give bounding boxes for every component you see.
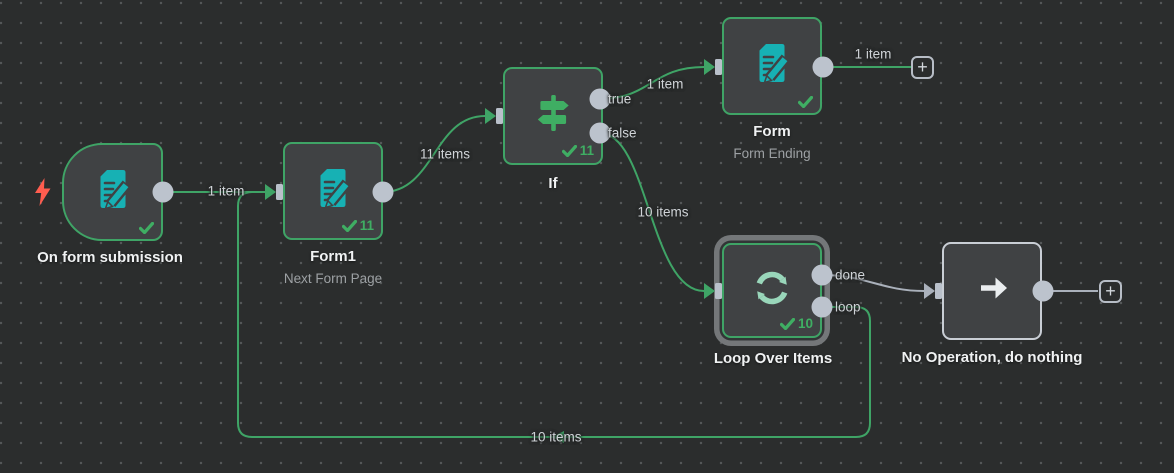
node-title-on-form-submission: On form submission [37,249,183,266]
items-count: 11 [579,143,594,158]
input-port-noop [924,283,942,299]
edge-label-form1-if: 11 items [419,146,471,162]
edge-label-if-form: 1 item [646,76,684,92]
loop-refresh-icon [724,245,820,336]
add-node-button-after-noop[interactable]: + [1099,280,1122,303]
node-on-form-submission[interactable] [62,143,163,241]
success-check-badge: 10 [779,316,813,331]
node-title-loop-over-items: Loop Over Items [713,350,833,367]
success-check-badge [798,96,813,108]
node-title-form1: Form1 [310,248,356,265]
output-port-form1[interactable] [372,181,394,203]
node-if[interactable]: 11 [503,67,603,165]
signpost-icon [505,69,601,163]
success-check-badge: 11 [341,218,374,233]
input-port-form [704,59,722,75]
node-title-no-operation: No Operation, do nothing [901,349,1083,366]
node-title-if: If [548,175,558,192]
node-no-operation[interactable] [942,242,1042,340]
output-port-loop-done[interactable] [811,264,833,286]
port-label-false: false [608,125,637,141]
edge-label-if-loop: 10 items [637,204,689,220]
form-trigger-icon [64,145,161,239]
output-port-form[interactable] [812,56,834,78]
input-port-if [485,108,503,124]
node-form1[interactable]: 11 [283,142,383,240]
items-count: 10 [797,316,813,331]
edge-label-form-plus: 1 item [854,46,892,62]
node-subtitle-form1: Next Form Page [283,271,383,286]
arrow-right-icon [944,244,1040,338]
port-label-true: true [608,91,632,107]
input-port-form1 [265,184,283,200]
add-node-button-after-form[interactable]: + [911,56,934,79]
form-icon [285,144,381,238]
edge-label-loop-back: 10 items [530,429,582,445]
output-port-trigger[interactable] [152,181,174,203]
success-check-badge: 11 [561,143,594,158]
lightning-bolt-icon [33,177,53,212]
node-subtitle-form: Form Ending [733,146,811,161]
form-icon [724,19,820,113]
node-loop-over-items[interactable]: 10 [722,243,822,338]
node-title-form: Form [753,123,791,140]
edge-label-trigger-form1: 1 item [207,183,245,199]
output-port-noop[interactable] [1032,280,1054,302]
input-port-loop [704,283,722,299]
port-label-loop: loop [835,299,861,315]
workflow-canvas[interactable]: On form submission 11 Form1 Next Form Pa… [0,0,1174,473]
node-form[interactable] [722,17,822,115]
success-check-badge [139,222,154,234]
items-count: 11 [359,218,374,233]
output-port-loop-loop[interactable] [811,296,833,318]
port-label-done: done [835,267,866,283]
